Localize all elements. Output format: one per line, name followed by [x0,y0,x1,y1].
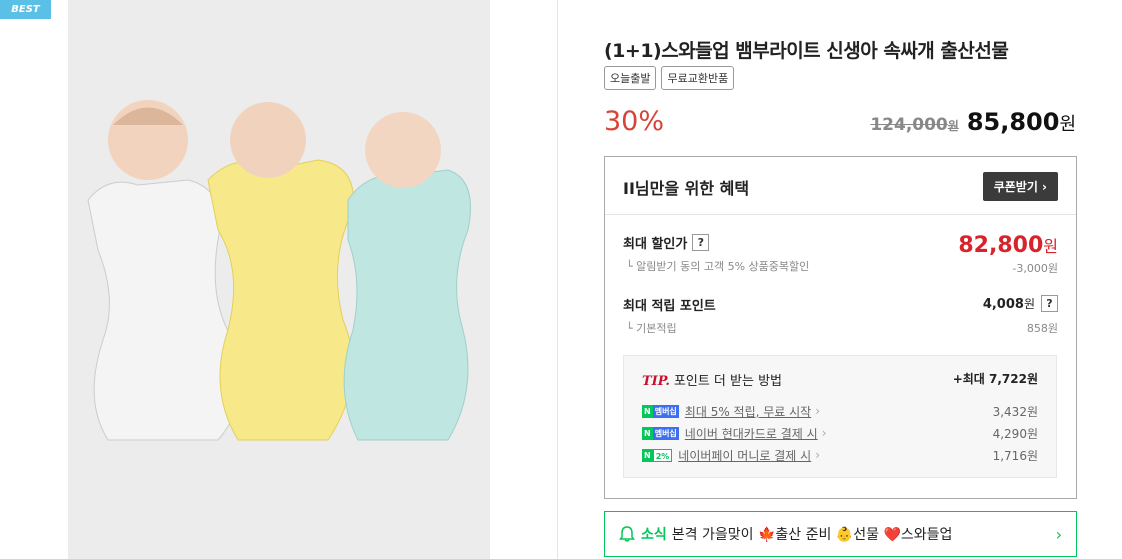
benefit-header: II님만을 위한 혜택 쿠폰받기 › [605,157,1076,215]
news-label: 소식 [641,527,667,543]
product-image[interactable] [68,0,490,559]
coupon-button[interactable]: 쿠폰받기 › [982,172,1058,201]
product-title: (1+1)스와들업 뱀부라이트 신생아 속싸개 출산선물 [604,40,1009,62]
best-badge: BEST [0,0,51,19]
tip-box: TIP. 포인트 더 받는 방법 +최대 7,722원 N 멤버십 최대 5% 적… [623,355,1057,478]
naver-membership-icon: N 멤버십 [642,426,679,440]
tag-free-return: 무료교환반품 [661,66,735,90]
original-price: 124,000원 [870,115,959,135]
news-banner[interactable]: 소식 본격 가을맞이 🍁출산 준비 👶선물 ❤️스와들업 › [604,511,1077,557]
max-price: 82,800원 [958,233,1058,258]
tip-mark: TIP. [642,374,670,389]
max-price-sub-value: -3,000원 [1012,262,1058,275]
chevron-right-icon: › [1055,524,1062,544]
product-gallery: BEST [0,0,558,559]
tip-item[interactable]: N 멤버십 최대 5% 적립, 무료 시작 › 3,432원 [642,400,1038,422]
tip-max: +최대 7,722원 [952,372,1038,386]
product-page: BEST (1+1)스와들업 뱀부라이트 신생아 속싸개 출산선물 오늘출발 무… [0,0,1122,559]
benefit-title: II님만을 위한 혜택 [623,179,750,198]
naver-membership-icon: N 멤버십 [642,404,679,418]
discount-rate: 30% [604,106,665,137]
benefit-box: II님만을 위한 혜택 쿠폰받기 › 최대 할인가 ? └ 알림받기 동의 고객… [604,156,1077,499]
points-row: 최대 적립 포인트 └ 기본적립 4,008원 ? 858원 [623,295,1058,336]
tag-same-day-shipping: 오늘출발 [604,66,657,90]
max-price-row: 최대 할인가 ? └ 알림받기 동의 고객 5% 상품중복할인 82,800원 … [623,233,1058,275]
price-row: 124,000원 85,800원 [870,108,1076,136]
tip-title: 포인트 더 받는 방법 [673,374,782,389]
news-text: 본격 가을맞이 🍁출산 준비 👶선물 ❤️스와들업 [671,527,953,543]
max-price-label: 최대 할인가 [623,237,688,252]
points-value: 4,008원 ? [983,295,1058,312]
tip-item[interactable]: N 멤버십 네이버 현대카드로 결제 시 › 4,290원 [642,422,1038,444]
points-sub-value: 858원 [1026,322,1058,335]
product-tags: 오늘출발 무료교환반품 [604,66,735,90]
tip-item[interactable]: N 2% 네이버페이 머니로 결제 시 › 1,716원 [642,444,1038,466]
max-price-help-icon[interactable]: ? [692,234,710,251]
points-help-icon[interactable]: ? [1041,295,1058,312]
naver-pay-icon: N 2% [642,448,673,462]
bell-icon [619,526,635,542]
product-info: (1+1)스와들업 뱀부라이트 신생아 속싸개 출산선물 오늘출발 무료교환반품… [558,0,1122,559]
sale-price: 85,800원 [966,108,1076,136]
chevron-right-icon: › [815,448,820,462]
chevron-right-icon: › [815,404,821,418]
chevron-right-icon: › [821,426,827,440]
tip-list: N 멤버십 최대 5% 적립, 무료 시작 › 3,432원 N 멤버십 네이버 현… [642,400,1038,466]
